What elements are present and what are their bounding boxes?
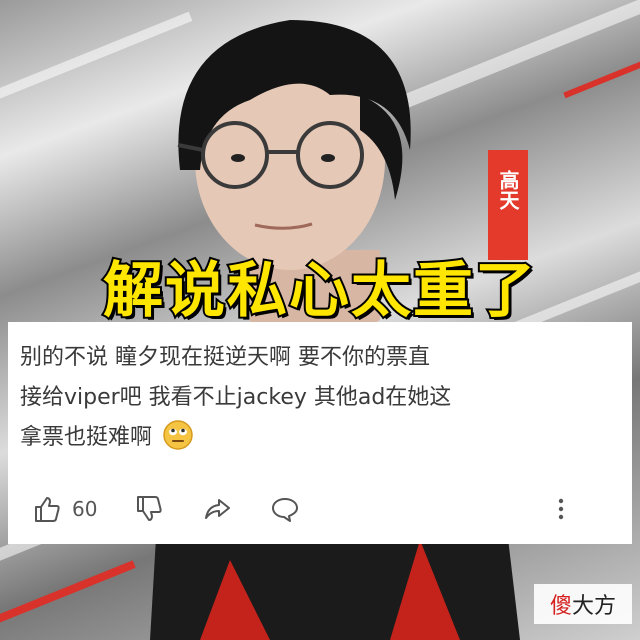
- like-count: 60: [72, 497, 98, 521]
- reply-button[interactable]: [270, 494, 300, 524]
- name-tag-text: 高天: [496, 170, 520, 210]
- thumbs-up-icon: [35, 497, 60, 522]
- comment-line: 接给viper吧 我看不止jackey 其他ad在她这: [20, 385, 452, 410]
- comment-bubble-icon: [272, 498, 298, 522]
- eye-roll-emoji-icon: [163, 420, 193, 450]
- thumbs-down-icon: [137, 496, 162, 521]
- comment-line-last: 拿票也挺难啊: [20, 418, 620, 458]
- share-button[interactable]: [202, 494, 232, 524]
- share-icon: [205, 499, 230, 519]
- watermark-first-char: 傻: [549, 594, 572, 619]
- watermark: 傻大方: [534, 584, 632, 624]
- more-options-button[interactable]: [546, 494, 576, 524]
- comment-line-text: 拿票也挺难啊: [20, 425, 153, 450]
- watermark-rest: 大方: [572, 594, 617, 619]
- comment-line: 别的不说 瞳夕现在挺逆天啊 要不你的票直: [20, 345, 430, 370]
- more-vertical-icon: [558, 498, 564, 520]
- dislike-button[interactable]: [134, 494, 164, 524]
- comment-action-bar: 60: [8, 490, 632, 530]
- comment-text: 别的不说 瞳夕现在挺逆天啊 要不你的票直 接给viper吧 我看不止jackey…: [20, 338, 620, 458]
- like-button[interactable]: 60: [32, 494, 97, 524]
- headline-caption: 解说私心太重了: [101, 254, 537, 328]
